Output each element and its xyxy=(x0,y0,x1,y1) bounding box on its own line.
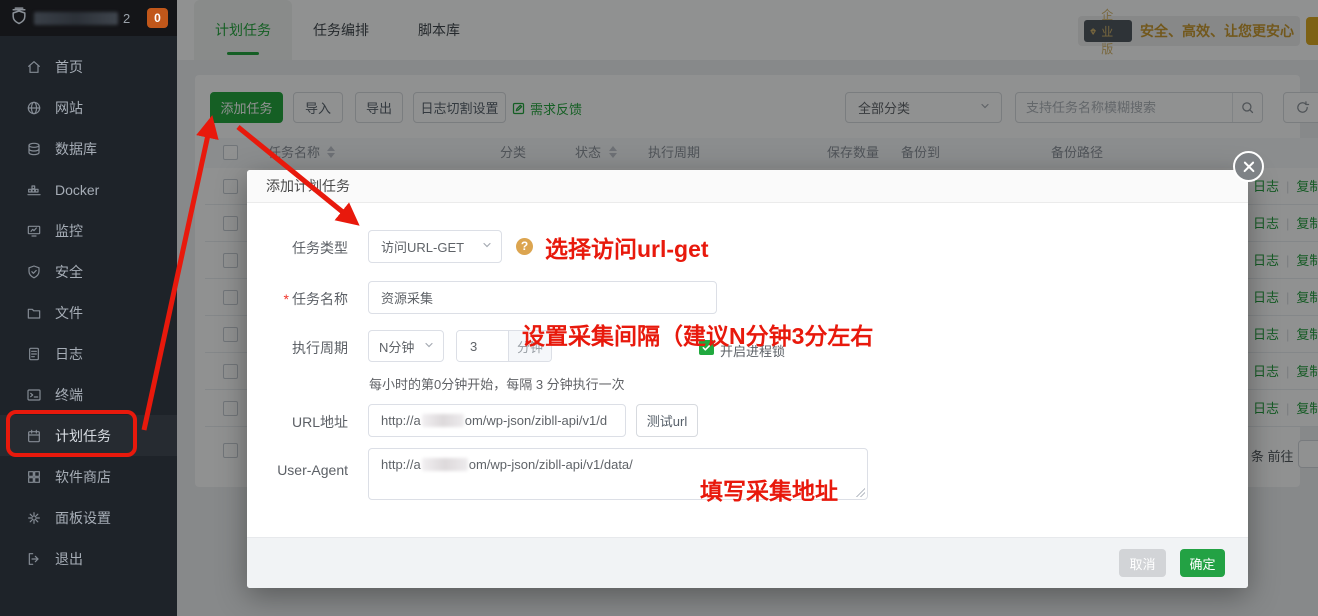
folder-icon xyxy=(26,305,42,321)
sidebar-item-label: 计划任务 xyxy=(55,426,111,446)
cycle-value-field: 分钟 xyxy=(456,330,552,362)
sidebar-item-calendar[interactable]: 计划任务 xyxy=(0,415,177,456)
docker-icon xyxy=(26,182,42,198)
settings-icon xyxy=(26,510,42,526)
sidebar-item-label: 终端 xyxy=(55,385,83,405)
sidebar-item-label: 面板设置 xyxy=(55,508,111,528)
sidebar-item-globe[interactable]: 网站 xyxy=(0,87,177,128)
url-label: URL地址 xyxy=(247,412,348,432)
user-agent-censored xyxy=(422,458,468,471)
process-lock-checkbox[interactable] xyxy=(699,340,714,355)
sidebar-item-label: 网站 xyxy=(55,98,83,118)
sidebar-item-log[interactable]: 日志 xyxy=(0,333,177,374)
task-type-label: 任务类型 xyxy=(247,238,348,258)
sidebar-item-label: 退出 xyxy=(55,549,83,569)
check-icon xyxy=(701,342,712,353)
confirm-button[interactable]: 确定 xyxy=(1180,549,1225,577)
test-url-button[interactable]: 测试url xyxy=(636,404,698,437)
logout-icon xyxy=(26,551,42,567)
sidebar-item-label: 数据库 xyxy=(55,139,97,159)
database-icon xyxy=(26,141,42,157)
sidebar-item-label: 文件 xyxy=(55,303,83,323)
logo-bar: 2 0 xyxy=(0,0,177,36)
cycle-value-input[interactable] xyxy=(457,331,508,361)
cycle-hint: 每小时的第0分钟开始，每隔 3 分钟执行一次 xyxy=(369,374,625,393)
sidebar-item-label: 安全 xyxy=(55,262,83,282)
store-icon xyxy=(26,469,42,485)
url-censored xyxy=(422,414,464,427)
task-name-label: *任务名称 xyxy=(247,289,348,309)
help-icon[interactable]: ? xyxy=(516,238,533,255)
terminal-icon xyxy=(26,387,42,403)
cycle-unit-select[interactable]: N分钟 xyxy=(368,330,444,362)
modal-close-button[interactable] xyxy=(1233,151,1264,182)
sidebar-menu: 首页网站数据库 Docker 监控安全文件日志终端计划任务软件商店面板设置退出 xyxy=(0,36,177,579)
user-agent-label: User-Agent xyxy=(247,462,348,478)
sidebar-item-label: 首页 xyxy=(55,57,83,77)
modal-title: 添加计划任务 xyxy=(247,170,1248,203)
log-icon xyxy=(26,346,42,362)
sidebar-item-folder[interactable]: 文件 xyxy=(0,292,177,333)
page: 计划任务任务编排脚本库 企业版 安全、高效、让您更安心 添加任务 导入 导出 日… xyxy=(0,0,1318,616)
cancel-button[interactable]: 取消 xyxy=(1119,549,1166,577)
process-lock-label: 开启进程锁 xyxy=(720,341,785,360)
sidebar-item-label: 软件商店 xyxy=(55,467,111,487)
modal-footer: 取消 确定 xyxy=(247,537,1248,588)
shield-icon xyxy=(26,264,42,280)
sidebar-item-label: Docker xyxy=(55,182,99,198)
sidebar-item-label: 监控 xyxy=(55,221,83,241)
home-icon xyxy=(26,59,42,75)
url-input[interactable]: http://aom/wp-json/zibll-api/v1/d xyxy=(368,404,626,437)
server-name-suffix: 2 xyxy=(123,11,130,26)
calendar-icon xyxy=(26,428,42,444)
chevron-down-icon xyxy=(423,339,435,354)
cycle-unit-suffix: 分钟 xyxy=(508,331,551,361)
cycle-label: 执行周期 xyxy=(247,338,348,358)
sidebar-item-monitor[interactable]: 监控 xyxy=(0,210,177,251)
sidebar-item-docker[interactable]: Docker xyxy=(0,169,177,210)
globe-icon xyxy=(26,100,42,116)
task-type-select[interactable]: 访问URL-GET xyxy=(368,230,502,263)
sidebar-item-shield[interactable]: 安全 xyxy=(0,251,177,292)
user-agent-textarea[interactable]: http://aom/wp-json/zibll-api/v1/data/ xyxy=(368,448,868,500)
sidebar-item-label: 日志 xyxy=(55,344,83,364)
server-name-censored xyxy=(34,12,118,25)
panel-logo-icon xyxy=(9,6,29,31)
monitor-icon xyxy=(26,223,42,239)
required-mark: * xyxy=(284,291,289,307)
task-name-input[interactable] xyxy=(368,281,717,314)
message-count-badge: 0 xyxy=(147,8,168,28)
sidebar-item-database[interactable]: 数据库 xyxy=(0,128,177,169)
sidebar-item-home[interactable]: 首页 xyxy=(0,46,177,87)
sidebar-item-logout[interactable]: 退出 xyxy=(0,538,177,579)
sidebar-item-terminal[interactable]: 终端 xyxy=(0,374,177,415)
sidebar-item-settings[interactable]: 面板设置 xyxy=(0,497,177,538)
sidebar: 2 0 首页网站数据库 Docker 监控安全文件日志终端计划任务软件商店面板设置退… xyxy=(0,0,177,616)
chevron-down-icon xyxy=(481,239,493,254)
add-task-modal: 添加计划任务 任务类型 访问URL-GET ? *任务名称 执行周期 N分钟 分… xyxy=(247,170,1248,588)
sidebar-item-store[interactable]: 软件商店 xyxy=(0,456,177,497)
resize-handle[interactable] xyxy=(856,488,865,497)
